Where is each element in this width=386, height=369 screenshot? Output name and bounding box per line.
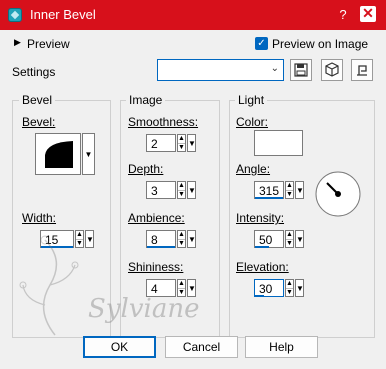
preview-on-image-label: Preview on Image [272,37,369,51]
color-label: Color: [236,115,269,129]
smoothness-value: 2 [151,137,158,151]
elevation-value: 30 [259,282,273,296]
bevel-dropdown-arrow[interactable]: ▼ [82,133,95,175]
elevation-spinner[interactable]: ▲ ▼ [285,279,294,297]
preview-on-image-checkbox[interactable]: ✓ Preview on Image [255,36,380,52]
dialog-body: ▶ Preview ✓ Preview on Image Settings ⌄ … [0,30,386,369]
intensity-input[interactable]: 50 [254,230,284,248]
help-question-icon[interactable]: ? [336,8,350,22]
ok-button[interactable]: OK [83,336,156,358]
window-title: Inner Bevel [30,7,96,22]
angle-dropdown-arrow[interactable]: ▼ [295,181,304,199]
light-color-swatch[interactable] [254,130,303,156]
elevation-slider-fill [255,295,265,297]
smoothness-dropdown-arrow[interactable]: ▼ [187,134,196,152]
depth-value: 3 [151,184,158,198]
width-label: Width: [22,211,57,225]
angle-slider-fill [255,197,283,199]
depth-spinner[interactable]: ▲ ▼ [177,181,186,199]
ambience-input[interactable]: 8 [146,230,176,248]
angle-label: Angle: [236,162,271,176]
elevation-input[interactable]: 30 [254,279,284,297]
intensity-slider-fill [255,246,269,248]
shininess-label: Shininess: [128,260,184,274]
light-group-title: Light [235,93,268,107]
depth-input[interactable]: 3 [146,181,176,199]
smoothness-spinner[interactable]: ▲ ▼ [177,134,186,152]
intensity-spinner[interactable]: ▲ ▼ [285,230,294,248]
intensity-label: Intensity: [236,211,285,225]
ambience-value: 8 [151,233,158,247]
ambience-label: Ambience: [128,211,185,225]
ambience-spinner[interactable]: ▲ ▼ [177,230,186,248]
chevron-down-icon: ⌄ [270,63,279,74]
settings-preset-dropdown[interactable]: ⌄ [157,59,284,81]
bevel-group-title: Bevel [19,93,56,107]
expand-arrow-icon: ▶ [14,37,21,47]
ambience-dropdown-arrow[interactable]: ▼ [187,230,196,248]
settings-label: Settings [12,65,56,79]
angle-dial[interactable] [314,170,362,218]
bevel-label: Bevel: [22,115,56,129]
cancel-button[interactable]: Cancel [165,336,238,358]
smoothness-input[interactable]: 2 [146,134,176,152]
depth-dropdown-arrow[interactable]: ▼ [187,181,196,199]
watermark-text: Sylviane [88,294,200,324]
intensity-value: 50 [259,233,273,247]
save-preset-icon[interactable] [290,59,312,81]
bevel-shape-preview[interactable] [35,133,81,175]
app-icon [8,8,22,22]
angle-input[interactable]: 315 [254,181,284,199]
angle-value: 315 [259,184,280,198]
elevation-label: Elevation: [236,260,289,274]
reset-preset-icon[interactable] [321,59,343,81]
intensity-dropdown-arrow[interactable]: ▼ [295,230,304,248]
title-bar: Inner Bevel ? ✕ [0,0,386,30]
preview-label: Preview [27,37,70,51]
angle-spinner[interactable]: ▲ ▼ [285,181,294,199]
close-icon[interactable]: ✕ [360,6,376,22]
help-button[interactable]: Help [245,336,318,358]
checkbox-checked-icon: ✓ [255,37,268,50]
randomize-icon[interactable] [351,59,373,81]
elevation-dropdown-arrow[interactable]: ▼ [295,279,304,297]
depth-label: Depth: [128,162,164,176]
smoothness-label: Smoothness: [128,115,199,129]
ambience-slider-fill [147,246,175,248]
image-group-title: Image [126,93,166,107]
preview-expander[interactable]: ▶ Preview [14,36,84,52]
